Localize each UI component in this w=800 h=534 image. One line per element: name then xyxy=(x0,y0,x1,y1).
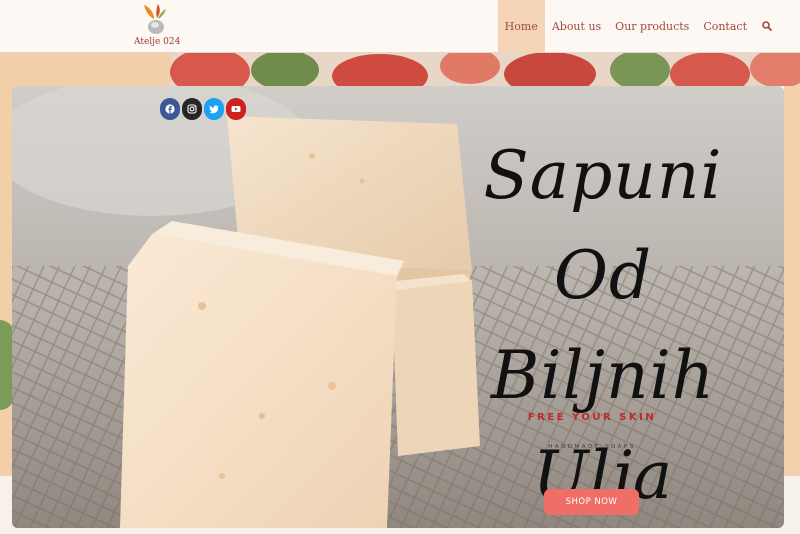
nav-search-button[interactable] xyxy=(754,0,772,52)
nav-about-us[interactable]: About us xyxy=(545,0,608,52)
youtube-icon xyxy=(231,106,241,112)
hero-title: Sapuni Od Biljnih Ulja xyxy=(438,126,768,526)
search-icon xyxy=(762,21,772,31)
site-header: Atelje 024 Home About us Our products Co… xyxy=(0,0,800,53)
instagram-icon xyxy=(187,104,197,114)
background-panel-right xyxy=(784,86,800,526)
twitter-icon xyxy=(209,105,219,114)
logo-icon xyxy=(144,4,166,34)
hero-banner: Sapuni Od Biljnih Ulja FREE YOUR SKIN HA… xyxy=(12,86,784,528)
hero-title-line-1: Sapuni Od xyxy=(483,137,723,314)
social-links xyxy=(160,98,246,120)
hero-title-line-2: Biljnih xyxy=(490,337,716,414)
floral-background-band xyxy=(170,52,800,86)
brand-logo[interactable]: Atelje 024 xyxy=(134,3,181,49)
brand-name: Atelje 024 xyxy=(134,37,181,47)
main-nav: Home About us Our products Contact xyxy=(497,0,772,52)
nav-our-products[interactable]: Our products xyxy=(608,0,696,52)
shop-now-button[interactable]: SHOP NOW xyxy=(544,489,639,515)
facebook-link[interactable] xyxy=(160,98,180,120)
facebook-icon xyxy=(165,104,175,114)
twitter-link[interactable] xyxy=(204,98,224,120)
hero-subtagline: HANDMADE SOAPS xyxy=(548,444,636,450)
nav-contact[interactable]: Contact xyxy=(696,0,754,52)
instagram-link[interactable] xyxy=(182,98,202,120)
nav-home[interactable]: Home xyxy=(497,0,545,52)
youtube-link[interactable] xyxy=(226,98,246,120)
hero-tagline: FREE YOUR SKIN xyxy=(527,412,657,423)
floral-pattern xyxy=(170,52,800,86)
